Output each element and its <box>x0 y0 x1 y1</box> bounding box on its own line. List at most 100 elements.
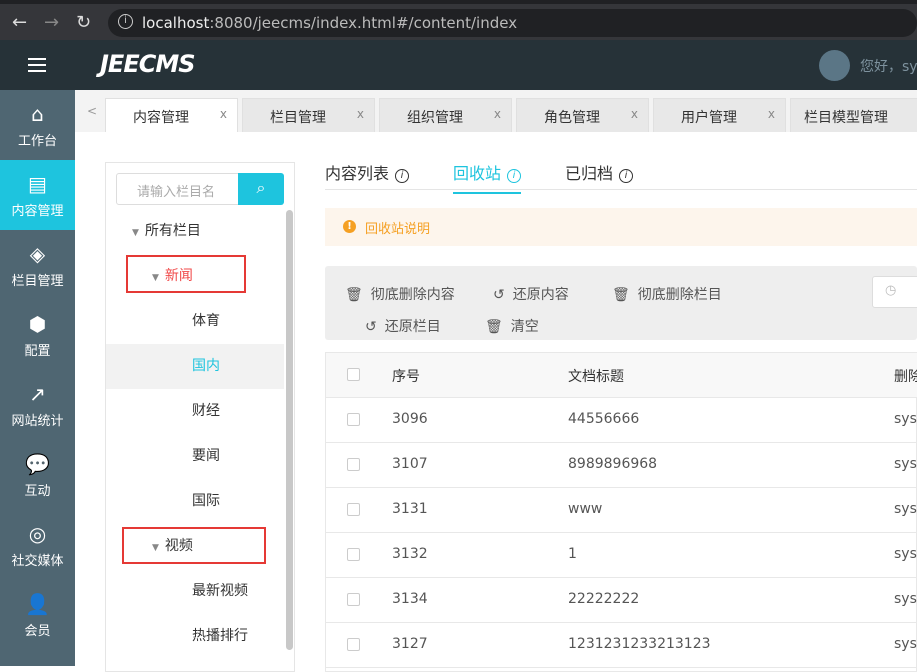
row-deleter: syst <box>894 456 917 472</box>
tree-node[interactable]: 热播排行 <box>106 614 284 659</box>
sidebar-item[interactable]: ◎ 社交媒体 <box>0 510 75 580</box>
tab[interactable]: 栏目模型管理 <box>790 98 917 132</box>
tabs-left-arrow-icon[interactable]: < <box>87 104 97 118</box>
tree-node[interactable]: ▼ 所有栏目 <box>106 209 284 254</box>
sidebar-item[interactable]: 💬 互动 <box>0 440 75 510</box>
close-icon[interactable]: x <box>768 107 775 121</box>
sidebar-item-label: 栏目管理 <box>11 274 64 289</box>
tree-node[interactable]: 国际 <box>106 479 284 524</box>
trash-icon: 🗑 <box>345 287 363 303</box>
menu-icon[interactable] <box>28 58 46 72</box>
header-title[interactable]: 文档标题 <box>568 366 624 386</box>
tree-node[interactable]: 要闻 <box>106 434 284 479</box>
forward-icon[interactable]: → <box>44 12 59 33</box>
avatar[interactable] <box>819 50 850 81</box>
table-row[interactable]: 3096 44556666 syst <box>326 398 917 443</box>
content-tab[interactable]: 已归档 i <box>565 160 634 192</box>
restore-content-button[interactable]: ↺ 还原内容 <box>493 284 569 304</box>
row-checkbox[interactable] <box>347 413 360 426</box>
header-id[interactable]: 序号 <box>392 366 420 386</box>
sidebar-item[interactable]: ⬢ 配置 <box>0 300 75 370</box>
tab[interactable]: 组织管理 x <box>379 98 512 132</box>
user-greeting[interactable]: 您好，sy <box>860 56 917 76</box>
row-id: 3131 <box>392 501 428 517</box>
tab[interactable]: 用户管理 x <box>653 98 786 132</box>
tab[interactable]: 内容管理 x <box>105 98 238 132</box>
tree-node[interactable]: 体育 <box>106 299 284 344</box>
sidebar-icon: 👤 <box>25 592 50 616</box>
date-picker[interactable]: ◷ <box>872 276 917 308</box>
close-icon[interactable]: x <box>631 107 638 121</box>
search-button[interactable]: ⌕ <box>238 173 284 205</box>
url-path: :8080/jeecms/index.html#/content/index <box>209 14 518 32</box>
close-icon[interactable]: x <box>220 107 227 121</box>
browser-bar: ← → ↻ i localhost:8080/jeecms/index.html… <box>0 0 917 40</box>
url-host: localhost <box>142 14 210 32</box>
caret-down-icon[interactable]: ▼ <box>132 228 139 238</box>
sidebar-item-label: 互动 <box>24 484 51 499</box>
row-title: 44556666 <box>568 411 640 427</box>
row-checkbox[interactable] <box>347 503 360 516</box>
sidebar-item[interactable]: ↗ 网站统计 <box>0 370 75 440</box>
close-icon[interactable]: x <box>494 107 501 121</box>
notice-text[interactable]: 回收站说明 <box>365 222 430 237</box>
info-icon[interactable]: i <box>507 169 522 183</box>
select-all-checkbox[interactable] <box>347 368 360 381</box>
tree-node-label: 体育 <box>192 313 220 329</box>
sidebar-item[interactable]: 👤 会员 <box>0 580 75 650</box>
close-icon[interactable]: x <box>357 107 364 121</box>
table-row[interactable]: 3127 1231231233213123 syst <box>326 623 917 668</box>
sidebar: ⌂ 工作台 ▤ 内容管理 ◈ 栏目管理 ⬢ 配置 ↗ 网站统计 💬 互动 ◎ 社交媒体 👤 会员 <box>0 90 75 666</box>
sidebar-item-label: 配置 <box>24 344 51 359</box>
table-row[interactable]: 3107 8989896968 syst <box>326 443 917 488</box>
table-row[interactable]: 3131 www syst <box>326 488 917 533</box>
tab[interactable]: 栏目管理 x <box>242 98 375 132</box>
toolbar: 🗑 彻底删除内容 ↺ 还原内容 🗑 彻底删除栏目 ↺ 还原栏目 🗑 清空 ◷ <box>325 266 917 340</box>
info-icon[interactable]: i <box>395 169 410 183</box>
row-checkbox[interactable] <box>347 638 360 651</box>
restore-column-button[interactable]: ↺ 还原栏目 <box>365 316 441 336</box>
tree-node[interactable]: 财经 <box>106 389 284 434</box>
trash-icon: 🗑 <box>612 287 630 303</box>
highlight-box <box>122 527 266 564</box>
tab[interactable]: 角色管理 x <box>516 98 649 132</box>
back-icon[interactable]: ← <box>12 12 27 33</box>
content-tab[interactable]: 回收站 i <box>453 160 522 194</box>
header-deleter[interactable]: 删除 <box>894 366 917 386</box>
clear-button[interactable]: 🗑 清空 <box>485 316 539 336</box>
tree-node-label: 要闻 <box>192 448 220 464</box>
row-checkbox[interactable] <box>347 458 360 471</box>
sidebar-icon: ◎ <box>28 522 47 546</box>
sidebar-item[interactable]: ⌂ 工作台 <box>0 90 75 160</box>
table-row[interactable]: 3132 1 syst <box>326 533 917 578</box>
sidebar-item[interactable]: ▤ 内容管理 <box>0 160 75 230</box>
row-checkbox[interactable] <box>347 593 360 606</box>
sidebar-item[interactable]: ◈ 栏目管理 <box>0 230 75 300</box>
delete-column-button[interactable]: 🗑 彻底删除栏目 <box>612 284 722 304</box>
reload-icon[interactable]: ↻ <box>76 12 91 33</box>
address-bar[interactable]: i localhost:8080/jeecms/index.html#/cont… <box>108 9 917 37</box>
content-tab[interactable]: 内容列表 i <box>325 160 410 192</box>
table-row[interactable]: 3134 22222222 syst <box>326 578 917 623</box>
row-id: 3132 <box>392 546 428 562</box>
tab-bar: < 内容管理 x 栏目管理 x 组织管理 x 角色管理 x 用户管理 x 栏目模型管理 <box>75 90 917 132</box>
search-icon: ⌕ <box>256 178 266 197</box>
label: 还原栏目 <box>384 319 441 335</box>
sidebar-item-label: 会员 <box>24 624 51 639</box>
delete-content-button[interactable]: 🗑 彻底删除内容 <box>345 284 455 304</box>
info-icon[interactable]: i <box>619 169 634 183</box>
row-checkbox[interactable] <box>347 548 360 561</box>
recycle-table: 序号 文档标题 删除 3096 44556666 syst 3107 898989696… <box>325 352 917 672</box>
tree-node[interactable]: 国内 <box>106 344 284 389</box>
row-id: 3107 <box>392 456 428 472</box>
sidebar-icon: ▤ <box>28 172 47 196</box>
warning-icon: ! <box>343 220 356 233</box>
info-icon[interactable]: i <box>118 14 133 29</box>
scrollbar[interactable] <box>286 210 293 650</box>
column-search-input[interactable]: 请输入栏目名 <box>116 173 239 205</box>
sidebar-item-label: 工作台 <box>17 134 57 149</box>
content-tab-label: 已归档 <box>565 164 614 183</box>
tree-node[interactable]: 最新视频 <box>106 569 284 614</box>
content-tab-label: 回收站 <box>453 164 502 183</box>
app-header: JEECMS 您好，sy <box>0 40 917 90</box>
